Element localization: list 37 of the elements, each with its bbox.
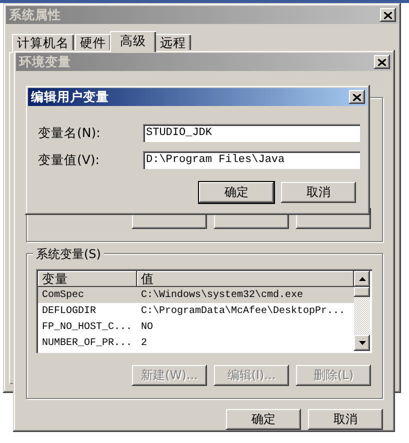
scroll-thumb[interactable] bbox=[354, 287, 370, 297]
field-label: 变量值(V): bbox=[38, 152, 101, 168]
column-header[interactable]: 值 bbox=[137, 271, 354, 287]
down-arrow-icon bbox=[358, 341, 366, 345]
close-button[interactable] bbox=[380, 8, 396, 22]
table-cell-text: C:\Windows\system32\cmd.exe bbox=[140, 290, 304, 300]
column-header[interactable]: 变量 bbox=[38, 271, 137, 287]
table-cell-text: FP_NO_HOST_C... bbox=[41, 322, 134, 332]
list-row[interactable]: FP_NO_HOST_C... NO bbox=[38, 319, 354, 335]
table-cell-text: 2 bbox=[140, 338, 148, 348]
window-title: 系统属性 bbox=[9, 6, 61, 24]
table-cell-text: DEFLOGDIR bbox=[41, 306, 98, 316]
list-row[interactable]: NUMBER_OF_PR... 2 bbox=[38, 335, 354, 351]
scrollbar[interactable] bbox=[354, 271, 370, 351]
table-cell-text: ComSpec bbox=[41, 290, 86, 300]
tab[interactable]: 高级 bbox=[110, 31, 156, 52]
list-row[interactable]: DEFLOGDIR C:\ProgramData\McAfee\DesktopPr... bbox=[38, 303, 354, 319]
close-icon bbox=[378, 58, 386, 66]
dialog-button[interactable]: 取消 bbox=[281, 182, 356, 203]
up-arrow-icon bbox=[358, 277, 366, 281]
dialog-button[interactable]: 确定 bbox=[199, 182, 274, 203]
close-button[interactable] bbox=[349, 90, 365, 104]
table-cell-text: NUMBER_OF_PR... bbox=[41, 338, 134, 348]
input-field[interactable]: STUDIO_JDK bbox=[143, 124, 360, 142]
close-button[interactable] bbox=[374, 55, 390, 69]
dialog-button[interactable]: 确定 bbox=[226, 409, 301, 430]
table-cell-text: C:\ProgramData\McAfee\DesktopPr... bbox=[140, 306, 346, 316]
input-field[interactable]: D:\Program Files\Java bbox=[143, 151, 360, 169]
window-title: 编辑用户变量 bbox=[31, 88, 109, 106]
list-row[interactable]: ComSpec C:\Windows\system32\cmd.exe bbox=[38, 287, 354, 303]
group-label: 系统变量(S) bbox=[33, 246, 104, 263]
table-cell-text: NO bbox=[140, 322, 154, 332]
field-label: 变量名(N): bbox=[38, 124, 102, 142]
close-icon bbox=[353, 94, 361, 100]
window-title: 环境变量 bbox=[19, 54, 71, 70]
close-icon bbox=[384, 12, 392, 18]
dialog-button[interactable]: 取消 bbox=[308, 409, 383, 430]
